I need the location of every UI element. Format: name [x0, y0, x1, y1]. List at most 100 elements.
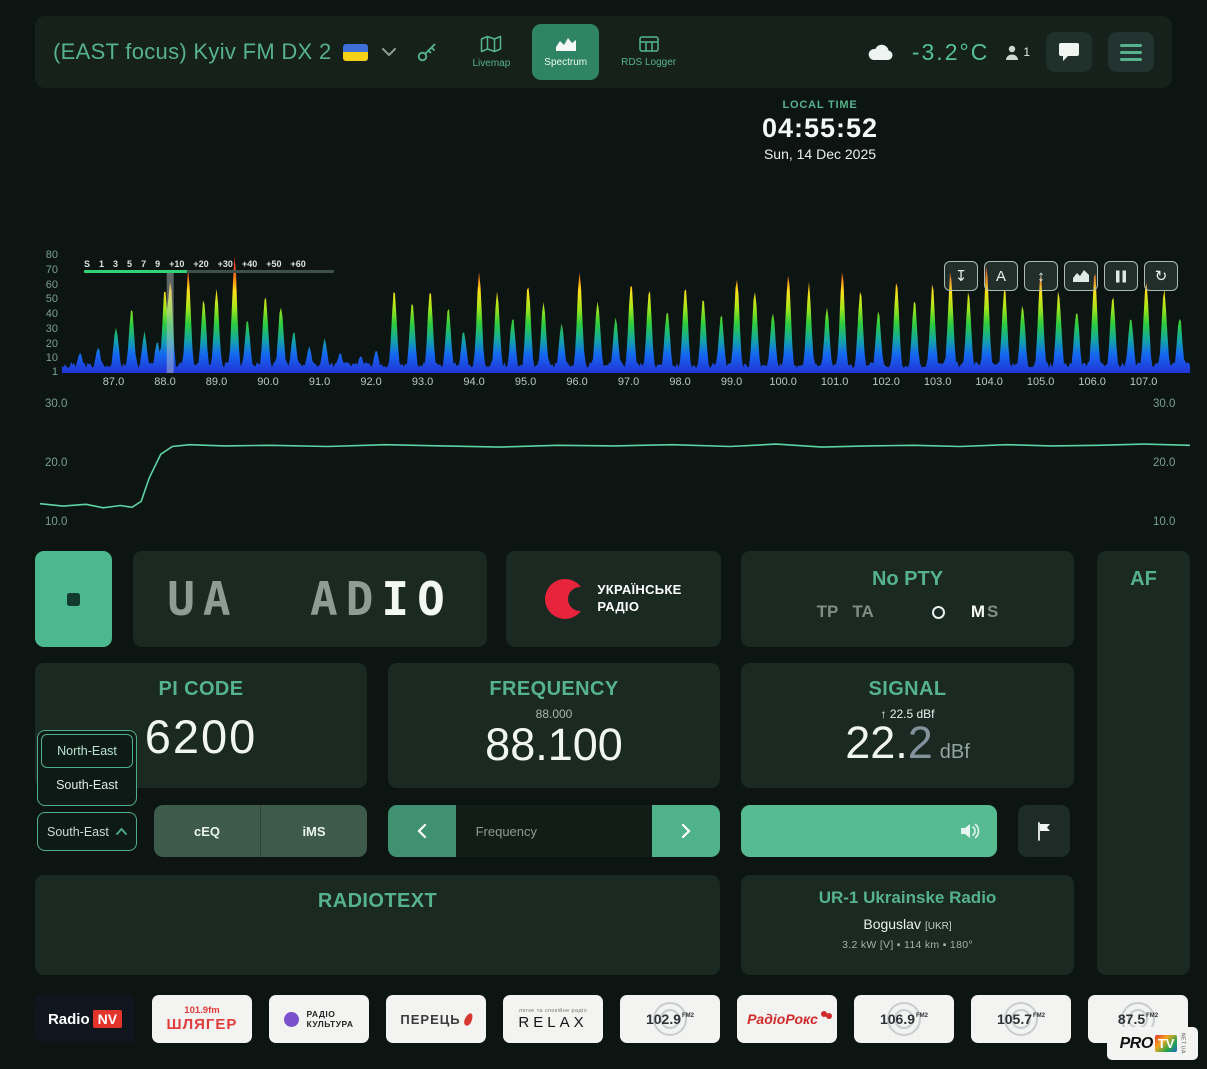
logo-text: Radio: [48, 1011, 90, 1028]
signal-y-tick-right: 20.0: [1153, 457, 1175, 469]
autoscale-button[interactable]: A: [984, 261, 1018, 291]
pty-tile: No PTY TP TA M S: [741, 551, 1074, 647]
station-location: Boguslav[UKR]: [741, 916, 1074, 932]
server-dropdown-button[interactable]: [380, 46, 398, 58]
spectrum-x-tick: 87.0: [103, 376, 124, 388]
station-logo-line1: УКРАЇНСЬКЕ: [597, 582, 681, 599]
station-logo-tile[interactable]: УКРАЇНСЬКЕ РАДІО: [506, 551, 721, 647]
local-time-panel: LOCAL TIME 04:55:52 Sun, 14 Dec 2025: [700, 99, 940, 162]
logo-text: 102.9FM2: [646, 1011, 694, 1027]
snap-peak-button[interactable]: ↧: [944, 261, 978, 291]
protv-pro-text: PRO: [1120, 1035, 1153, 1053]
s-meter-tick: 3: [113, 259, 118, 269]
music-flag: M: [971, 602, 985, 622]
signal-value-row: 22. 2 dBf: [741, 717, 1074, 769]
signal-value-int: 22.: [845, 717, 908, 769]
flag-button[interactable]: [1018, 805, 1070, 857]
logo-text: РадіоРокс: [747, 1011, 818, 1027]
antenna-option-north-east[interactable]: North-East: [41, 734, 133, 768]
station-logo-radio-nv[interactable]: RadioNV: [35, 995, 135, 1043]
volume-slider[interactable]: [741, 805, 997, 857]
ps-segment: IO: [381, 572, 452, 626]
nav-label: Spectrum: [544, 57, 587, 68]
flag-icon: [1036, 822, 1052, 841]
admin-key-button[interactable]: [416, 41, 438, 63]
spectrum-x-tick: 90.0: [257, 376, 278, 388]
tp-flag: TP: [817, 602, 839, 622]
rds-flags-row: TP TA M S: [741, 602, 1074, 622]
scale-toggle-button[interactable]: ↕: [1024, 261, 1058, 291]
spectrum-x-tick: 88.0: [154, 376, 175, 388]
station-logo-shlyager-101-9[interactable]: 101.9fmШЛЯГЕР: [152, 995, 252, 1043]
ps-tile: UA ADIO: [133, 551, 487, 647]
protv-logo[interactable]: PRO TV NET.UA: [1107, 1027, 1198, 1060]
spectrum-x-tick: 96.0: [566, 376, 587, 388]
menu-button[interactable]: [1108, 32, 1154, 72]
temperature[interactable]: -3.2°C: [912, 39, 989, 66]
logo-text: легке та спокійне радіоRELAX: [518, 1008, 587, 1031]
tune-up-button[interactable]: [652, 805, 720, 857]
station-logo-radio-kultura[interactable]: РАДІОКУЛЬТУРА: [269, 995, 369, 1043]
area-chart-icon: [1072, 269, 1090, 283]
tuned-frequency-marker[interactable]: [167, 270, 174, 373]
station-logo-fm-105-7[interactable]: 105.7FM2: [971, 995, 1071, 1043]
pepper-icon: [462, 1012, 474, 1027]
chat-icon: [1058, 42, 1080, 62]
ps-segment: AD: [310, 572, 381, 626]
logo-text: ПЕРЕЦЬ: [400, 1012, 460, 1027]
station-logo-fm-102-9[interactable]: 102.9FM2: [620, 995, 720, 1043]
nav-livemap[interactable]: Livemap: [460, 24, 522, 80]
antenna-option-south-east[interactable]: South-East: [41, 768, 133, 802]
logo-text: 106.9FM2: [880, 1011, 928, 1027]
logo-text-top: 101.9fm: [184, 1005, 219, 1016]
pause-button[interactable]: [1104, 261, 1138, 291]
spectrum-x-tick: 91.0: [309, 376, 330, 388]
eq-toggle-button[interactable]: cEQ: [154, 805, 260, 857]
s-meter-tick: 9: [155, 259, 160, 269]
pi-code-label: PI CODE: [35, 663, 367, 701]
s-meter-tick: S: [84, 259, 90, 269]
frequency-value: 88.100: [388, 719, 720, 771]
station-name[interactable]: UR-1 Ukrainske Radio: [741, 875, 1074, 908]
spectrum-controls: ↧ A ↕ ↻: [944, 261, 1178, 291]
station-logo-fm-106-9[interactable]: 106.9FM2: [854, 995, 954, 1043]
spectrum-chart-icon: [555, 36, 577, 52]
spectrum-y-tick: 1: [52, 366, 58, 378]
frequency-input[interactable]: [456, 805, 652, 857]
graph-style-button[interactable]: [1064, 261, 1098, 291]
audio-stop-button[interactable]: [35, 551, 112, 647]
station-logo-perets-fm[interactable]: ПЕРЕЦЬ: [386, 995, 486, 1043]
station-info-panel: UR-1 Ukrainske Radio Boguslav[UKR] 3.2 k…: [741, 875, 1074, 975]
nav-rds-logger[interactable]: RDS Logger: [609, 24, 688, 80]
key-icon: [416, 41, 438, 63]
spectrum-y-tick: 70: [46, 264, 58, 276]
station-logo-radio-roks[interactable]: РадіоРокс: [737, 995, 837, 1043]
refresh-button[interactable]: ↻: [1144, 261, 1178, 291]
nav-spectrum[interactable]: Spectrum: [532, 24, 599, 80]
tune-down-button[interactable]: [388, 805, 456, 857]
chat-button[interactable]: [1046, 32, 1092, 72]
spectrum-y-tick: 80: [46, 249, 58, 261]
spectrum-y-tick: 60: [46, 279, 58, 291]
antenna-selector[interactable]: South-East: [37, 812, 137, 851]
signal-label: SIGNAL: [741, 663, 1074, 701]
chevron-right-icon: [681, 824, 691, 838]
spectrum-x-tick: 107.0: [1130, 376, 1158, 388]
spectrum-x-tick: 105.0: [1027, 376, 1055, 388]
s-meter-tick: +40: [242, 259, 257, 269]
audio-toggles: cEQ iMS: [154, 805, 367, 857]
map-icon: [480, 35, 502, 53]
spectrum-x-tick: 98.0: [669, 376, 690, 388]
s-meter-bar: [84, 270, 334, 273]
spectrum-x-axis: 87.088.089.090.091.092.093.094.095.096.0…: [62, 376, 1190, 390]
s-meter-tick: 7: [141, 259, 146, 269]
server-title[interactable]: (EAST focus) Kyiv FM DX 2: [53, 39, 331, 65]
ukrainske-radio-logo-icon: [545, 579, 585, 619]
ims-toggle-button[interactable]: iMS: [260, 805, 367, 857]
chevron-left-icon: [417, 824, 427, 838]
spectrum-x-tick: 103.0: [924, 376, 952, 388]
antenna-dropdown-list: North-East South-East: [37, 730, 137, 806]
weather-cloud-icon: [866, 42, 896, 62]
ps-segment: UA: [167, 572, 310, 626]
station-logo-radio-relax[interactable]: легке та спокійне радіоRELAX: [503, 995, 603, 1043]
